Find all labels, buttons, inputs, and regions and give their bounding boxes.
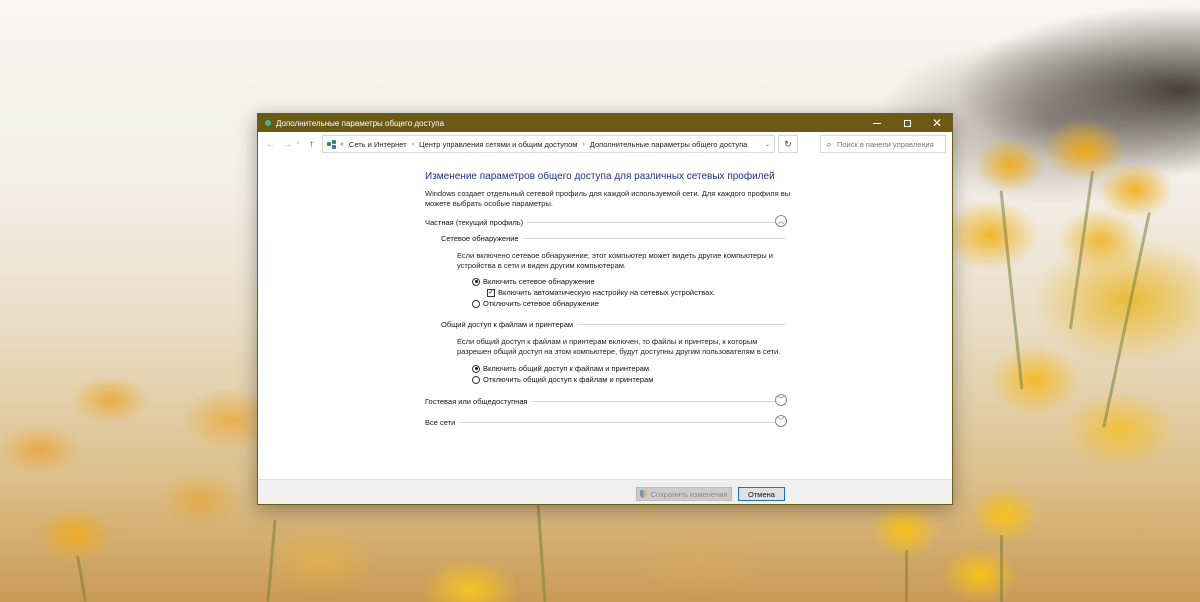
option-label: Включить сетевое обнаружение: [483, 277, 595, 286]
network-app-icon: [265, 120, 271, 126]
breadcrumb-overflow-icon[interactable]: «: [340, 141, 344, 148]
option-label: Включить общий доступ к файлам и принтер…: [483, 364, 650, 373]
profile-all-networks-header[interactable]: Все сети ﹀: [425, 415, 787, 428]
file-printer-sharing-header: Общий доступ к файлам и принтерам: [441, 318, 785, 330]
cancel-label: Отмена: [748, 489, 775, 499]
radio-selected-icon[interactable]: [472, 364, 480, 373]
profile-all-networks-label: Все сети: [425, 417, 456, 427]
breadcrumb-advanced-sharing[interactable]: Дополнительные параметры общего доступа: [590, 140, 748, 149]
breadcrumb-separator-icon[interactable]: ›: [582, 141, 584, 148]
refresh-icon: ↻: [784, 138, 792, 149]
cancel-button[interactable]: Отмена: [738, 487, 785, 501]
breadcrumb-network-center[interactable]: Центр управления сетями и общим доступом: [419, 140, 577, 149]
option-label: Отключить общий доступ к файлам и принте…: [483, 375, 654, 384]
file-printer-sharing-label: Общий доступ к файлам и принтерам: [441, 319, 574, 329]
save-label: Сохранить изменения: [650, 489, 728, 499]
footer-bar: Сохранить изменения Отмена: [258, 479, 952, 504]
profile-private-label: Частная (текущий профиль): [425, 217, 524, 227]
breadcrumb-separator-icon[interactable]: ›: [412, 141, 414, 148]
recent-locations-chevron-icon[interactable]: ˅: [294, 141, 302, 147]
checkbox-checked-icon[interactable]: ✓: [487, 288, 495, 297]
maximize-button[interactable]: [892, 114, 922, 132]
minimize-button[interactable]: [862, 114, 892, 132]
search-input[interactable]: ⌕ Поиск в панели управления: [820, 135, 946, 153]
collapse-chevron-up-icon[interactable]: ︿: [775, 215, 787, 227]
title-bar: Дополнительные параметры общего доступа …: [258, 114, 952, 132]
refresh-button[interactable]: ↻: [778, 135, 798, 153]
save-changes-button[interactable]: Сохранить изменения: [636, 487, 732, 501]
minimize-icon: [873, 122, 881, 124]
window-title: Дополнительные параметры общего доступа: [276, 118, 445, 128]
radio-disable-network-discovery[interactable]: Отключить сетевое обнаружение: [472, 298, 599, 309]
profile-private-header[interactable]: Частная (текущий профиль) ︿: [425, 215, 787, 228]
main-content: Изменение параметров общего доступа для …: [258, 156, 952, 479]
uac-shield-icon: [640, 490, 648, 498]
address-bar[interactable]: « Сеть и Интернет › Центр управления сет…: [322, 135, 775, 153]
radio-enable-file-sharing[interactable]: Включить общий доступ к файлам и принтер…: [472, 363, 649, 374]
network-icon: [327, 140, 337, 149]
maximize-icon: [903, 119, 911, 127]
radio-unselected-icon[interactable]: [472, 299, 480, 308]
radio-disable-file-sharing[interactable]: Отключить общий доступ к файлам и принте…: [472, 374, 653, 385]
radio-enable-network-discovery[interactable]: Включить сетевое обнаружение: [472, 276, 595, 287]
search-icon: ⌕: [826, 138, 832, 149]
breadcrumb-network-internet[interactable]: Сеть и Интернет: [349, 140, 407, 149]
page-title: Изменение параметров общего доступа для …: [425, 171, 775, 182]
profile-guest-public-header[interactable]: Гостевая или общедоступная ﹀: [425, 394, 787, 407]
address-row: ← → ˅ ↑ « Сеть и Интернет › Центр управл…: [258, 132, 952, 156]
network-discovery-description: Если включено сетевое обнаружение, этот …: [457, 251, 773, 270]
address-dropdown-icon[interactable]: ⌄: [765, 141, 770, 148]
network-discovery-header: Сетевое обнаружение: [441, 232, 785, 244]
option-label: Отключить сетевое обнаружение: [483, 299, 599, 308]
close-button[interactable]: ✕: [922, 114, 952, 132]
radio-selected-icon[interactable]: [472, 277, 480, 286]
forward-arrow-icon[interactable]: →: [281, 139, 294, 150]
page-description: Windows создает отдельный сетевой профил…: [425, 189, 791, 208]
up-arrow-icon[interactable]: ↑: [305, 139, 318, 150]
profile-guest-label: Гостевая или общедоступная: [425, 396, 528, 406]
network-discovery-label: Сетевое обнаружение: [441, 233, 519, 243]
expand-chevron-down-icon[interactable]: ﹀: [775, 415, 787, 427]
option-label: Включить автоматическую настройку на сет…: [498, 288, 716, 297]
advanced-sharing-settings-window: Дополнительные параметры общего доступа …: [257, 113, 953, 505]
radio-unselected-icon[interactable]: [472, 375, 480, 384]
file-printer-sharing-description: Если общий доступ к файлам и принтерам в…: [457, 337, 781, 356]
checkbox-auto-setup[interactable]: ✓ Включить автоматическую настройку на с…: [487, 287, 715, 298]
back-arrow-icon[interactable]: ←: [264, 139, 277, 150]
expand-chevron-down-icon[interactable]: ﹀: [775, 394, 787, 406]
close-icon: ✕: [931, 116, 943, 130]
search-placeholder: Поиск в панели управления: [837, 139, 934, 149]
